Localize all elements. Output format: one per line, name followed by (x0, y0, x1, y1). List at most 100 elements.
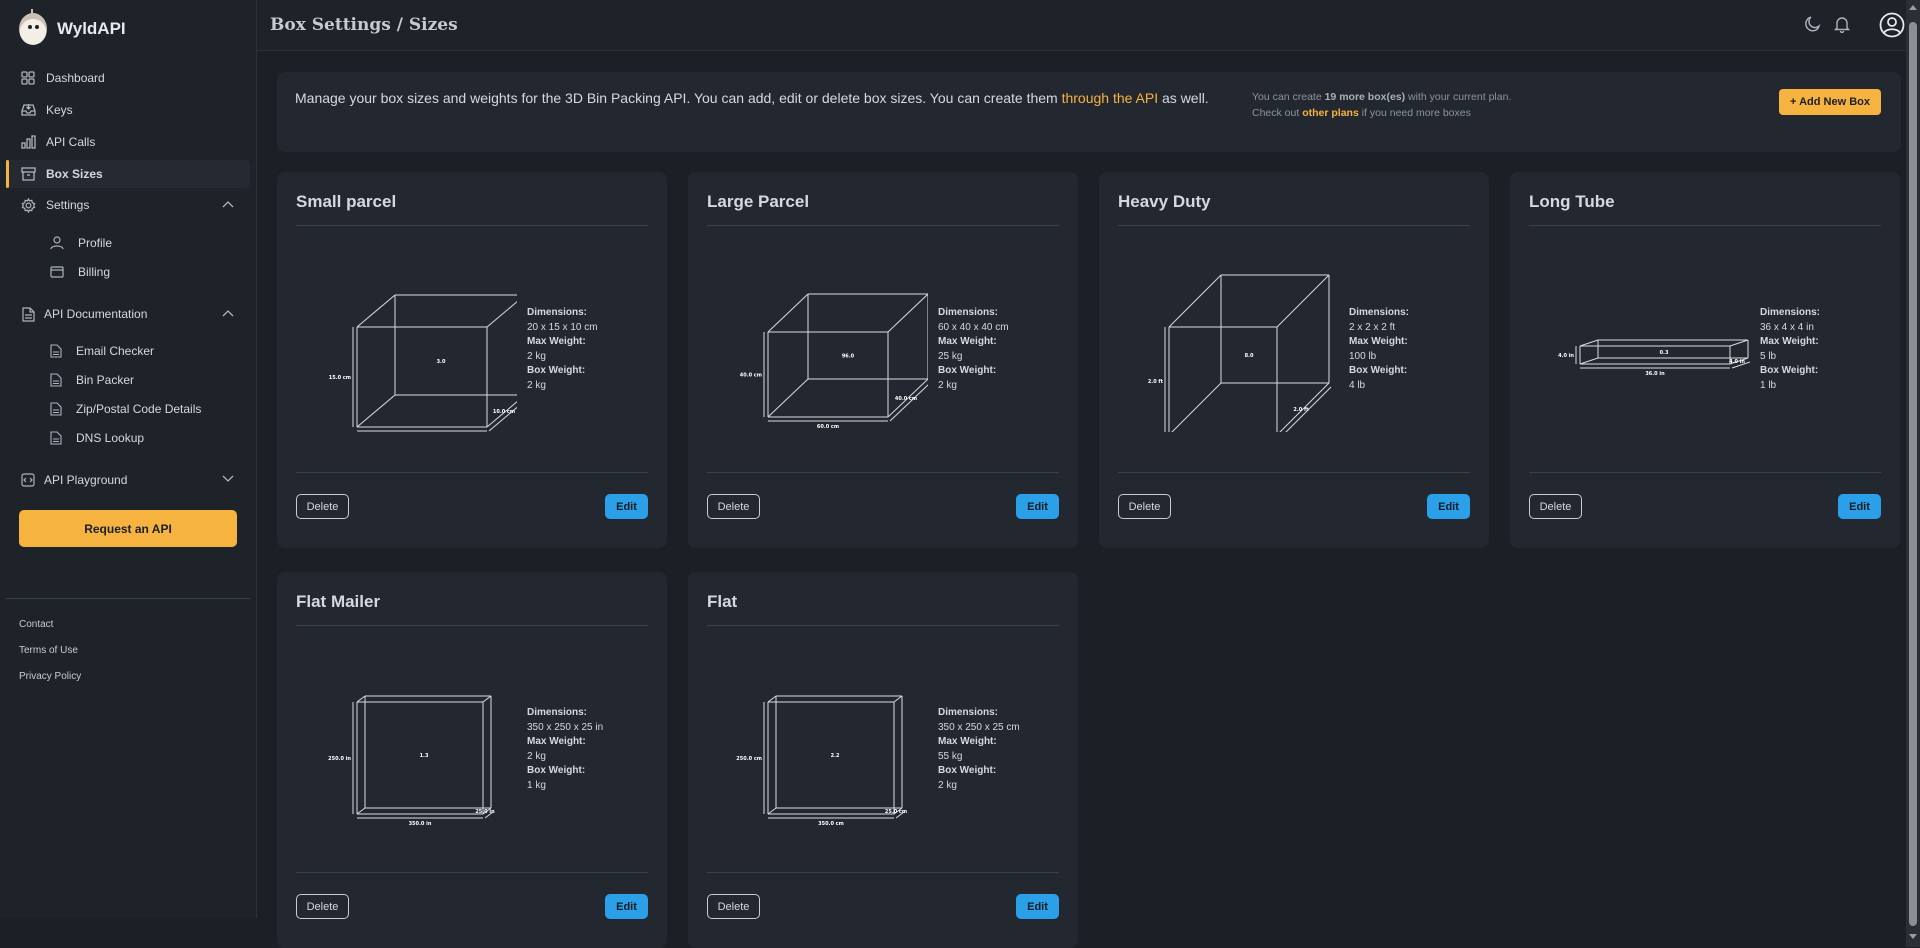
document-icon (50, 431, 64, 445)
height-label: 4.0 in (1558, 353, 1574, 359)
depth-label: 4.0 in (1729, 359, 1745, 365)
document-icon (50, 402, 64, 416)
sidebar-item-dashboard[interactable]: Dashboard (6, 64, 250, 92)
box-name: Heavy Duty (1118, 192, 1211, 211)
box-specs: Dimensions: 60 x 40 x 40 cm Max Weight: 25 … (938, 306, 1009, 393)
sidebar-item-label: Settings (46, 198, 90, 212)
grid-icon (20, 70, 36, 86)
dimensions-value: 60 x 40 x 40 cm (938, 321, 1009, 333)
dimensions-label: Dimensions: (527, 707, 588, 718)
box-card: Large Parcel Dimensions: 60 x 40 x 40 cm Ma… (688, 172, 1078, 548)
sidebar-item-api-documentation[interactable]: API Documentation (6, 300, 250, 328)
box-weight-value: 2 kg (938, 379, 957, 391)
sidebar-item-label: API Playground (44, 473, 128, 487)
width-label: 60.0 cm (817, 424, 839, 430)
volume-label: 3.0 (437, 359, 446, 365)
max-weight-value: 55 kg (938, 750, 963, 762)
sidebar-item-zip-postal[interactable]: Zip/Postal Code Details (50, 397, 201, 421)
moon-icon[interactable] (1804, 15, 1824, 35)
max-weight-value: 5 lb (1760, 350, 1777, 362)
box-edge (893, 695, 903, 703)
sidebar-item-box-sizes[interactable]: Box Sizes (6, 160, 250, 188)
delete-button[interactable]: Delete (707, 894, 760, 919)
edit-button[interactable]: Edit (605, 494, 648, 519)
request-api-button[interactable]: Request an API (19, 510, 237, 547)
edit-button[interactable]: Edit (605, 894, 648, 919)
scroll-down-arrow[interactable] (1909, 934, 1917, 939)
dimensions-label: Dimensions: (938, 307, 999, 318)
sidebar-item-settings[interactable]: Settings (6, 191, 250, 219)
depth-guide (488, 406, 517, 432)
edit-button[interactable]: Edit (1427, 494, 1470, 519)
privacy-link[interactable]: Privacy Policy (19, 671, 81, 682)
sidebar-item-email-checker[interactable]: Email Checker (50, 339, 154, 363)
scroll-up-arrow[interactable] (1909, 5, 1917, 10)
divider (296, 472, 648, 473)
delete-button[interactable]: Delete (296, 494, 349, 519)
edit-button[interactable]: Edit (1016, 894, 1059, 919)
contact-link[interactable]: Contact (19, 619, 53, 630)
scroll-thumb[interactable] (1909, 22, 1917, 926)
logo-icon (19, 9, 47, 45)
plan-count: 19 more box(es) (1324, 91, 1406, 103)
max-weight-value: 2 kg (527, 750, 546, 762)
divider (707, 472, 1059, 473)
topbar: Box Settings / Sizes (257, 0, 1906, 51)
sidebar-item-label: Bin Packer (76, 373, 135, 387)
depth-label: 10.0 cm (493, 409, 515, 415)
plan-text-part: You can create (1252, 91, 1325, 103)
bell-icon[interactable] (1833, 15, 1853, 35)
box-weight-value: 2 kg (938, 779, 957, 791)
dimensions-label: Dimensions: (1760, 307, 1821, 318)
sidebar-item-bin-packer[interactable]: Bin Packer (50, 368, 134, 392)
box-weight-label: Box Weight: (1349, 365, 1408, 376)
sidebar-item-dns-lookup[interactable]: DNS Lookup (50, 426, 144, 450)
box-weight-label: Box Weight: (527, 365, 586, 376)
box-edge (356, 394, 396, 428)
divider (296, 625, 648, 626)
dimensions-value: 350 x 250 x 25 cm (938, 721, 1020, 733)
sidebar-item-keys[interactable]: Keys (6, 96, 250, 124)
brand[interactable]: WyldAPI (19, 9, 126, 45)
sidebar-item-label: Dashboard (46, 71, 105, 85)
chevron-down-icon (222, 475, 234, 486)
add-new-box-button[interactable]: + Add New Box (1779, 89, 1881, 115)
volume-label: 0.3 (1660, 350, 1669, 356)
box-diagram: 40.0 cm 60.0 cm 40.0 cm 96.0 (740, 293, 928, 430)
avatar-icon[interactable] (1879, 12, 1905, 38)
box-diagram: 250.0 cm 350.0 cm 25.0 cm 2.2 (736, 695, 907, 827)
info-text-part: as well. (1158, 90, 1209, 106)
sidebar-item-label: Keys (46, 103, 73, 117)
box-edge (356, 294, 396, 328)
scrollbar[interactable] (1906, 0, 1920, 947)
box-name: Long Tube (1529, 192, 1615, 211)
delete-button[interactable]: Delete (1118, 494, 1171, 519)
sidebar-item-profile[interactable]: Profile (50, 231, 112, 255)
height-label: 2.0 ft (1148, 379, 1164, 385)
box-edge (1276, 274, 1330, 328)
terms-link[interactable]: Terms of Use (19, 645, 78, 656)
chevron-up-icon (222, 309, 234, 320)
delete-button[interactable]: Delete (1529, 494, 1582, 519)
box-edge (356, 807, 366, 815)
edit-button[interactable]: Edit (1016, 494, 1059, 519)
other-plans-link[interactable]: other plans (1302, 107, 1359, 119)
sidebar-item-label: Zip/Postal Code Details (76, 402, 202, 416)
dimensions-value: 2 x 2 x 2 ft (1349, 321, 1396, 333)
edit-button[interactable]: Edit (1838, 494, 1881, 519)
box-edge (1729, 339, 1749, 347)
through-api-link[interactable]: through the API (1062, 90, 1159, 106)
volume-label: 2.2 (831, 753, 840, 759)
document-icon (20, 306, 36, 322)
sidebar-item-billing[interactable]: Billing (50, 260, 110, 284)
delete-button[interactable]: Delete (296, 894, 349, 919)
info-text-part: Manage your box sizes and weights for th… (295, 90, 1062, 106)
sidebar-item-api-calls[interactable]: API Calls (6, 128, 250, 156)
credit-card-icon (50, 265, 64, 279)
box-edge (767, 293, 809, 333)
max-weight-label: Max Weight: (527, 736, 586, 747)
sidebar-item-api-playground[interactable]: API Playground (6, 466, 250, 494)
depth-label: 40.0 cm (895, 396, 917, 402)
box-edge (1579, 339, 1599, 347)
delete-button[interactable]: Delete (707, 494, 760, 519)
